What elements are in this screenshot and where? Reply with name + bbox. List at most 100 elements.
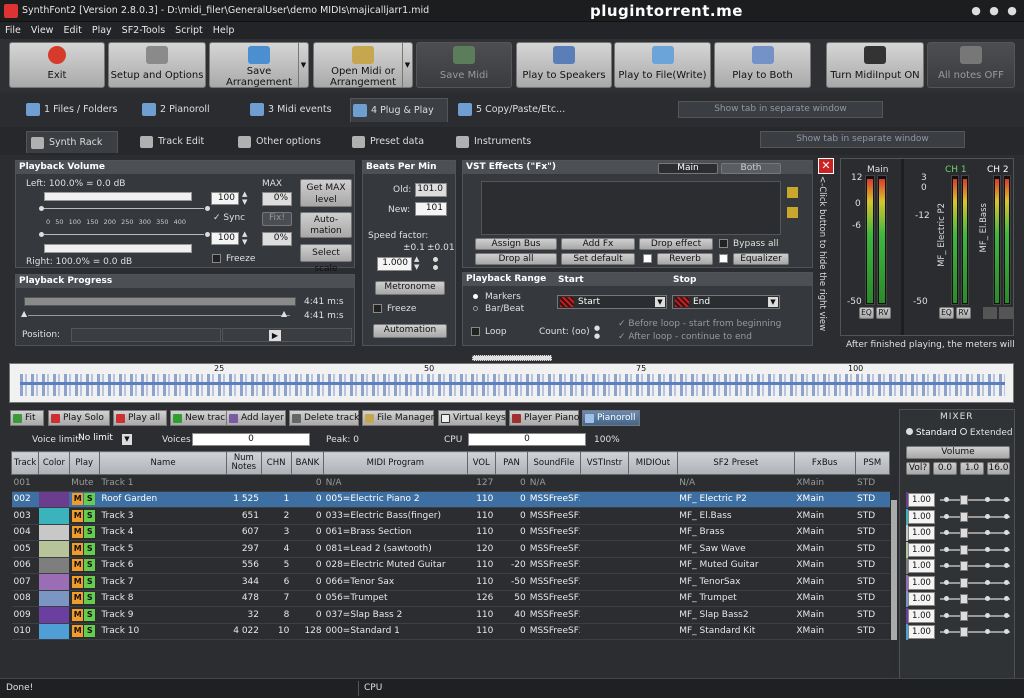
track-vst-cell[interactable] — [580, 524, 629, 541]
track-fxbus-cell[interactable]: XMain — [794, 474, 855, 492]
mixer-volume-field[interactable]: 1.00 — [908, 559, 935, 573]
mixer-slider-knob[interactable] — [960, 511, 968, 522]
before-loop-option[interactable]: ✓ Before loop - start from beginning — [618, 319, 781, 329]
mixer-slider-track[interactable] — [940, 515, 1010, 518]
automation-bpm-button[interactable]: Automation — [373, 324, 447, 338]
track-preset-cell[interactable]: MF_ Slap Bass2 — [677, 606, 795, 624]
end-marker-icon[interactable]: ▲ — [281, 309, 287, 318]
track-chn-cell[interactable]: 8 — [261, 606, 292, 624]
tab-plug-play[interactable]: 4 Plug & Play — [350, 98, 448, 122]
track-vol-cell[interactable]: 110 — [467, 524, 496, 541]
track-number-cell[interactable]: 007 — [11, 573, 39, 591]
track-chn-cell[interactable]: 3 — [261, 524, 292, 541]
track-play-cell[interactable]: MS — [69, 590, 100, 607]
mixer-pan-knob[interactable] — [985, 497, 990, 502]
col-midi-program[interactable]: MIDI Program — [323, 451, 468, 475]
mixer-pan-knob[interactable] — [985, 530, 990, 535]
track-chn-cell[interactable]: 2 — [261, 507, 292, 525]
mixer-volume-field[interactable]: 1.00 — [908, 509, 935, 524]
menu-script[interactable]: Script — [170, 22, 208, 36]
menu-file[interactable]: File — [0, 22, 26, 36]
after-loop-option[interactable]: ✓ After loop - continue to end — [618, 332, 752, 342]
mixer-volume-field[interactable]: 1.00 — [908, 526, 935, 540]
track-fxbus-cell[interactable]: XMain — [794, 491, 855, 508]
mixer-slider-knob-left[interactable] — [944, 497, 949, 502]
table-row[interactable]: 003#3bb3bdMSTrack 365120033=Electric Bas… — [11, 507, 890, 525]
vol-zero-button[interactable]: 0.0 — [933, 462, 957, 475]
solo-button[interactable]: S — [84, 608, 96, 621]
track-chn-cell[interactable]: 1 — [261, 491, 292, 508]
track-fxbus-cell[interactable]: XMain — [794, 507, 855, 525]
coarse-step-knob[interactable] — [433, 257, 438, 262]
maximize-icon[interactable]: ● — [986, 3, 1002, 19]
play-to-both-button[interactable]: Play to Both — [714, 42, 811, 88]
mixer-end-knob[interactable] — [1004, 612, 1009, 618]
track-midiout-cell[interactable] — [628, 507, 678, 525]
track-vol-cell[interactable]: 126 — [467, 590, 496, 607]
table-row[interactable]: 007#9a6db5MSTrack 734460066=Tenor Sax110… — [11, 573, 890, 591]
mixer-slider-knob-left[interactable] — [944, 579, 949, 585]
mixer-slider-track[interactable] — [940, 565, 1010, 567]
track-vol-cell[interactable]: 120 — [467, 540, 496, 558]
table-row[interactable]: 001 Mute Track 1 0 N/A 127 0 N/A N/A XMain STD — [11, 474, 890, 492]
track-midiout-cell[interactable] — [628, 540, 678, 558]
track-chn-cell[interactable] — [261, 474, 292, 492]
delete-track-button[interactable]: Delete track — [289, 410, 359, 426]
set-default-button[interactable]: Set default — [561, 253, 635, 265]
fine-step-knob[interactable] — [433, 265, 438, 270]
track-chn-cell[interactable]: 10 — [261, 623, 292, 640]
play-icon[interactable]: ▶ — [269, 330, 281, 341]
track-psm-cell[interactable]: STD — [855, 573, 890, 591]
mixer-volume-field[interactable]: 1.00 — [908, 575, 935, 590]
play-to-speakers-button[interactable]: Play to Speakers — [516, 42, 612, 88]
mixer-end-knob[interactable] — [1004, 530, 1009, 535]
track-name-cell[interactable]: Track 8 — [99, 590, 227, 607]
mute-button[interactable]: M — [72, 608, 84, 621]
track-soundfile-cell[interactable]: MSSFreeSF2 GM.sf2 — [527, 524, 581, 541]
mixer-slider-track[interactable] — [940, 499, 1010, 501]
move-up-icon[interactable] — [787, 187, 798, 198]
barbeat-radio[interactable] — [473, 306, 478, 311]
left-volume-value[interactable]: 100 — [211, 192, 239, 205]
mixer-pan-knob[interactable] — [985, 596, 990, 601]
mixer-standard-tab[interactable]: Standard — [906, 428, 957, 438]
col-soundfile[interactable]: SoundFile — [527, 451, 581, 475]
col-num-notes[interactable]: Num Notes — [226, 451, 262, 475]
track-psm-cell[interactable]: STD — [855, 606, 890, 624]
mixer-slider-knob[interactable] — [960, 627, 968, 637]
mixer-end-knob[interactable] — [1004, 563, 1009, 568]
slider-knob-2-right[interactable] — [205, 232, 210, 237]
track-soundfile-cell[interactable]: MSSFreeSF2 GM.sf2 — [527, 623, 581, 640]
assign-bus-button[interactable]: Assign Bus — [475, 238, 557, 250]
show-tab-separate-button[interactable]: Show tab in separate window — [678, 101, 883, 118]
track-play-cell[interactable]: MS — [69, 573, 100, 591]
track-psm-cell[interactable]: STD — [855, 491, 890, 508]
reverb-button[interactable]: Reverb — [657, 253, 713, 265]
mixer-volume-button[interactable]: Volume — [906, 446, 1010, 459]
track-number-cell[interactable]: 001 — [11, 474, 39, 492]
mixer-slider-knob-left[interactable] — [944, 546, 949, 552]
metronome-button[interactable]: Metronome — [375, 281, 445, 295]
track-color-cell[interactable]: #c8c8c8 — [38, 524, 70, 541]
freeze-checkbox[interactable] — [212, 254, 221, 263]
pianoroll-button[interactable]: Pianoroll — [582, 410, 640, 426]
track-number-cell[interactable]: 010 — [11, 623, 39, 640]
track-notes-cell[interactable]: 556 — [226, 557, 261, 574]
table-row[interactable]: 005#b7c49aMSTrack 529740081=Lead 2 (sawt… — [11, 540, 890, 558]
track-play-cell[interactable]: MS — [69, 491, 100, 508]
mixer-slider-track[interactable] — [940, 631, 1010, 633]
track-program-cell[interactable]: 066=Tenor Sax — [323, 573, 468, 591]
vst-tab-both[interactable]: Both — [721, 163, 781, 174]
col-track[interactable]: Track — [10, 451, 40, 475]
track-program-cell[interactable]: 000=Standard 1 — [323, 623, 468, 640]
table-row[interactable]: 004#c8c8c8MSTrack 460730061=Brass Sectio… — [11, 524, 890, 541]
track-color-cell[interactable] — [38, 474, 70, 492]
automation-volume-button[interactable]: Auto-mation — [300, 212, 352, 238]
track-program-cell[interactable]: 037=Slap Bass 2 — [323, 606, 468, 624]
mixer-end-knob[interactable] — [1004, 596, 1009, 601]
track-name-cell[interactable]: Track 9 — [99, 606, 227, 624]
vol-one-button[interactable]: 1.0 — [960, 462, 984, 475]
up-down-icon[interactable]: ▲ ▼ — [414, 255, 419, 271]
track-pan-cell[interactable]: 0 — [495, 540, 528, 558]
chevron-down-icon[interactable]: ▼ — [402, 43, 412, 87]
